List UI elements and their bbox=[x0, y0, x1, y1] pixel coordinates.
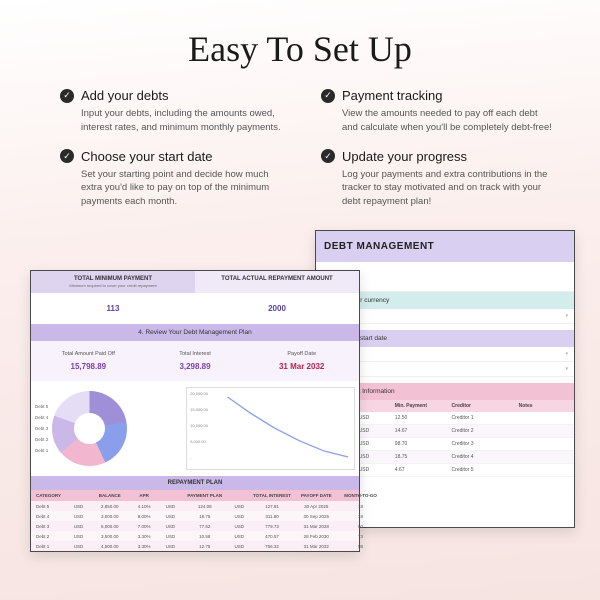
donut-labels: Debt 5 Debt 4 Debt 3 Debt 2 Debt 1 bbox=[35, 404, 48, 453]
line-chart: 20,000.00 15,000.00 10,000.00 5,000.00 - bbox=[186, 387, 355, 470]
col-cur bbox=[355, 400, 391, 412]
table-row: Debt 2USD3,500.003.30%USD10.58USD470.572… bbox=[31, 531, 359, 541]
feature-title: Add your debts bbox=[81, 88, 168, 103]
chevron-down-icon: ▾ bbox=[565, 366, 568, 372]
features-grid: ✓ Add your debts Input your debts, inclu… bbox=[0, 88, 600, 209]
metric-value: 15,798.89 bbox=[35, 357, 142, 371]
metrics-row: Total Amount Paid Off15,798.89 Total Int… bbox=[31, 341, 359, 381]
col: CATEGORY bbox=[31, 490, 67, 501]
metric-value: 3,298.89 bbox=[142, 357, 249, 371]
check-icon: ✓ bbox=[60, 149, 74, 163]
feature-title: Payment tracking bbox=[342, 88, 442, 103]
col bbox=[228, 490, 251, 501]
sheet-overview: TOTAL MINIMUM PAYMENT Minimum required t… bbox=[30, 270, 360, 552]
review-bar: 4. Review Your Debt Management Plan bbox=[31, 324, 359, 341]
col: APR bbox=[129, 490, 159, 501]
metric-value: 31 Mar 2032 bbox=[248, 357, 355, 371]
actual-sub bbox=[199, 282, 355, 283]
min-pay-value: 113 bbox=[35, 298, 191, 319]
chevron-down-icon: ▾ bbox=[565, 351, 568, 357]
check-icon: ✓ bbox=[321, 149, 335, 163]
check-icon: ✓ bbox=[60, 89, 74, 103]
check-icon: ✓ bbox=[321, 89, 335, 103]
feature-desc: Set your starting point and decide how m… bbox=[60, 164, 291, 209]
tick: - bbox=[190, 455, 208, 460]
donut-label: Debt 5 bbox=[35, 404, 48, 409]
donut-graphic bbox=[52, 391, 127, 466]
tick: 5,000.00 bbox=[190, 439, 208, 444]
sheet-title: DEBT MANAGEMENT bbox=[316, 231, 574, 262]
col bbox=[67, 490, 90, 501]
col-creditor: Creditor bbox=[448, 400, 515, 412]
actual-repay-box: TOTAL ACTUAL REPAYMENT AMOUNT bbox=[195, 271, 359, 293]
actual-label: TOTAL ACTUAL REPAYMENT AMOUNT bbox=[199, 276, 355, 282]
line-graphic bbox=[190, 391, 351, 461]
table-row: Debt 4USD3,000.009.00%USD18.75USD311.803… bbox=[31, 511, 359, 521]
line-ticks: 20,000.00 15,000.00 10,000.00 5,000.00 - bbox=[190, 391, 208, 460]
feature-desc: View the amounts needed to pay off each … bbox=[321, 103, 552, 135]
table-row: Debt 1USD4,500.003.30%USD12.75USD756.323… bbox=[31, 541, 359, 551]
min-payment-box: TOTAL MINIMUM PAYMENT Minimum required t… bbox=[31, 271, 195, 293]
donut-label: Debt 2 bbox=[35, 437, 48, 442]
actual-value: 2000 bbox=[199, 298, 355, 319]
feature-title: Update your progress bbox=[342, 149, 467, 164]
repay-body: Debt 5USD2,850.004.10%USD124.08USD127.91… bbox=[31, 501, 359, 551]
tick: 10,000.00 bbox=[190, 423, 208, 428]
donut-chart: Debt 5 Debt 4 Debt 3 Debt 2 Debt 1 bbox=[35, 387, 182, 470]
feature-add-debts: ✓ Add your debts Input your debts, inclu… bbox=[60, 88, 291, 135]
col: TOTAL INTEREST bbox=[251, 490, 294, 501]
repay-header: REPAYMENT PLAN bbox=[31, 476, 359, 490]
min-pay-sub: Minimum required to cover your credit re… bbox=[35, 282, 191, 288]
table-row: Debt 5USD2,850.004.10%USD124.08USD127.91… bbox=[31, 501, 359, 511]
donut-label: Debt 3 bbox=[35, 426, 48, 431]
feature-desc: Log your payments and extra contribution… bbox=[321, 164, 552, 209]
feature-title: Choose your start date bbox=[81, 149, 213, 164]
feature-payment-tracking: ✓ Payment tracking View the amounts need… bbox=[321, 88, 552, 135]
col-notes: Notes bbox=[515, 400, 574, 412]
page-title: Easy To Set Up bbox=[0, 0, 600, 88]
col: BALANCE bbox=[90, 490, 129, 501]
tick: 15,000.00 bbox=[190, 407, 208, 412]
col-min: Min. Payment bbox=[391, 400, 448, 412]
donut-label: Debt 4 bbox=[35, 415, 48, 420]
chevron-down-icon: ▾ bbox=[565, 313, 568, 319]
col bbox=[159, 490, 182, 501]
col: PAYOFF DATE bbox=[293, 490, 339, 501]
repay-cols: CATEGORY BALANCE APR PAYMENT PLAN TOTAL … bbox=[31, 490, 359, 501]
tick: 20,000.00 bbox=[190, 391, 208, 396]
table-row: Debt 3USD6,000.007.00%USD77.52USD779.733… bbox=[31, 521, 359, 531]
col: MONTH-TO-GO bbox=[339, 490, 382, 501]
col: PAYMENT PLAN bbox=[182, 490, 228, 501]
feature-desc: Input your debts, including the amounts … bbox=[60, 103, 291, 135]
feature-update-progress: ✓ Update your progress Log your payments… bbox=[321, 149, 552, 209]
feature-start-date: ✓ Choose your start date Set your starti… bbox=[60, 149, 291, 209]
donut-label: Debt 1 bbox=[35, 448, 48, 453]
